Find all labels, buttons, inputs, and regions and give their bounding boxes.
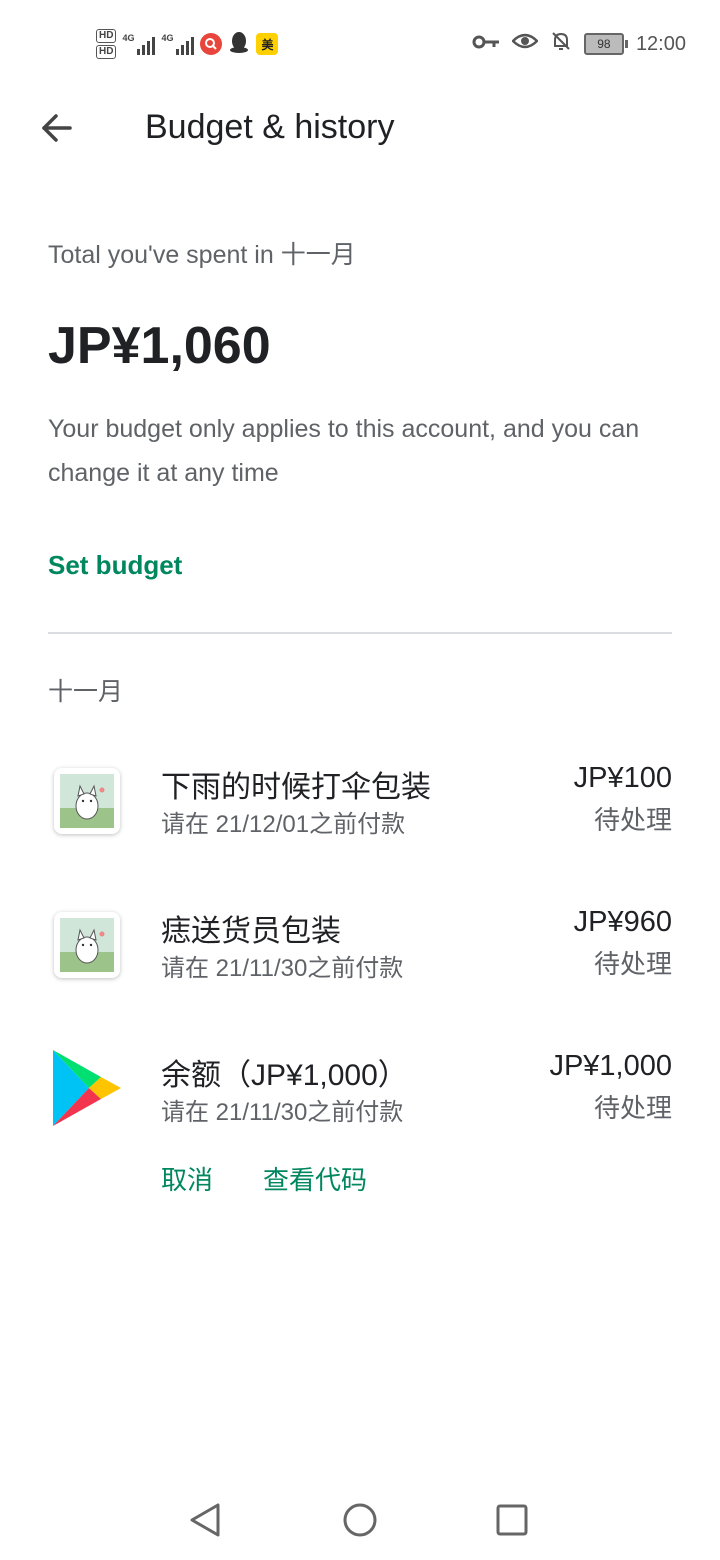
view-code-button[interactable]: 查看代码	[263, 1160, 367, 1197]
qq-penguin-icon	[228, 30, 250, 59]
cat-app-icon	[54, 912, 120, 978]
budget-note: Your budget only applies to this account…	[48, 415, 640, 487]
system-nav-bar	[0, 1480, 720, 1560]
meituan-badge-text: 美	[261, 37, 274, 52]
app-bar: Budget & history	[0, 88, 720, 168]
transaction-title: 下雨的时候打伞包装	[161, 771, 431, 804]
transaction-status: 待处理	[593, 1093, 672, 1123]
month-header: 十一月	[48, 678, 124, 706]
cancel-button[interactable]: 取消	[161, 1160, 213, 1197]
circle-home-icon	[343, 1503, 377, 1537]
spent-label: Total you've spent in 十一月	[48, 241, 356, 269]
key-icon	[472, 33, 500, 56]
nav-home-button[interactable]	[338, 1498, 382, 1542]
hd-icon-2: HD	[96, 45, 117, 59]
square-recents-icon	[496, 1504, 528, 1536]
status-bar: HD HD 4G 4G 美 98 12:00	[0, 0, 720, 88]
transaction-amount: JP¥960	[573, 906, 672, 938]
hd-icon-1: HD	[96, 29, 117, 43]
transaction-title: 痣送货员包装	[161, 915, 341, 948]
triangle-back-icon	[190, 1503, 220, 1537]
nav-back-button[interactable]	[183, 1498, 227, 1542]
signal-icon-2: 4G	[161, 33, 195, 55]
transaction-amount: JP¥1,000	[549, 1050, 672, 1082]
set-budget-button[interactable]: Set budget	[48, 550, 182, 581]
network-type-2: 4G	[161, 33, 174, 43]
transaction-title: 余额（JP¥1,000）	[161, 1059, 408, 1092]
page-title: Budget & history	[145, 108, 395, 146]
battery-icon: 98	[583, 33, 628, 55]
arrow-back-icon	[42, 114, 72, 142]
signal-icon-1: 4G	[122, 33, 156, 55]
bell-muted-icon	[550, 30, 572, 58]
transaction-row[interactable]: 下雨的时候打伞包装 请在 21/12/01之前付款 JP¥100 待处理	[48, 762, 672, 868]
status-bar-right: 98 12:00	[472, 30, 686, 58]
transaction-status: 待处理	[593, 949, 672, 979]
divider	[48, 632, 672, 634]
search-app-icon	[200, 33, 223, 55]
eye-icon	[511, 32, 539, 56]
google-play-icon	[48, 1048, 124, 1128]
clock: 12:00	[635, 32, 686, 55]
transaction-row[interactable]: 余额（JP¥1,000） 请在 21/11/30之前付款 JP¥1,000 待处…	[48, 1050, 672, 1195]
transaction-row[interactable]: 痣送货员包装 请在 21/11/30之前付款 JP¥960 待处理	[48, 906, 672, 1012]
spent-amount: JP¥1,060	[48, 317, 271, 375]
transaction-due-date: 请在 21/11/30之前付款	[161, 955, 404, 982]
back-button[interactable]	[32, 106, 80, 150]
cat-app-icon	[54, 768, 120, 834]
hd-indicators: HD HD	[96, 29, 117, 59]
network-type-1: 4G	[122, 33, 135, 43]
transaction-status: 待处理	[593, 805, 672, 835]
transaction-due-date: 请在 21/12/01之前付款	[161, 811, 406, 838]
transaction-actions: 取消 查看代码	[161, 1160, 367, 1197]
status-bar-left: HD HD 4G 4G 美	[96, 22, 279, 66]
transaction-due-date: 请在 21/11/30之前付款	[161, 1099, 404, 1126]
transaction-amount: JP¥100	[573, 762, 672, 794]
nav-recents-button[interactable]	[490, 1498, 534, 1542]
meituan-app-icon: 美	[256, 33, 279, 55]
